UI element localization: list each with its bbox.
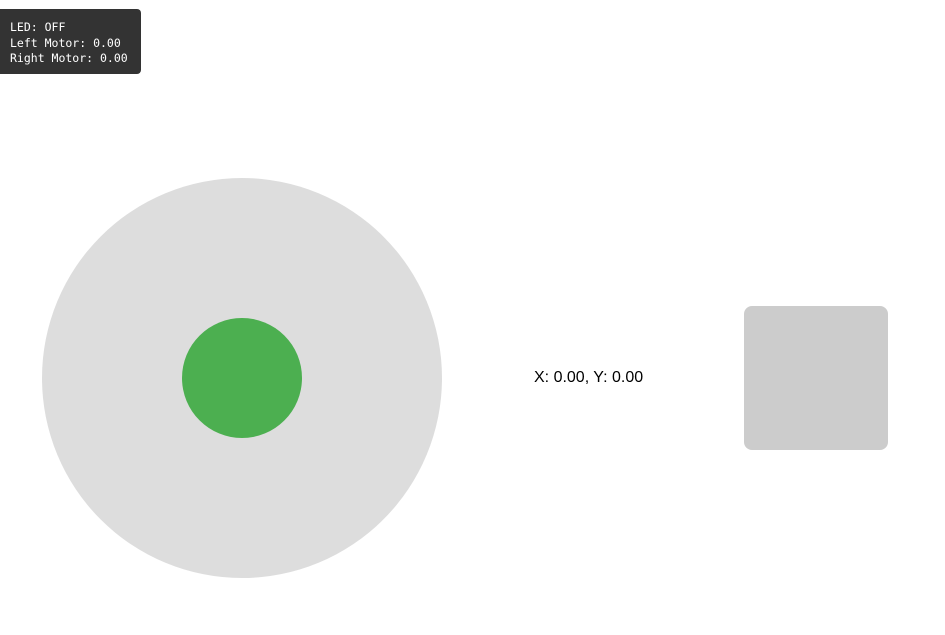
right-motor-status: Right Motor: 0.00: [10, 51, 128, 65]
led-toggle-button[interactable]: [744, 306, 888, 450]
led-status: LED: OFF: [10, 20, 66, 34]
status-panel: LED: OFF Left Motor: 0.00 Right Motor: 0.0…: [0, 9, 141, 74]
coordinates-readout: X: 0.00, Y: 0.00: [534, 369, 644, 386]
joystick-knob[interactable]: [182, 318, 302, 438]
left-motor-status: Left Motor: 0.00: [10, 35, 121, 50]
joystick-base[interactable]: [42, 178, 442, 578]
